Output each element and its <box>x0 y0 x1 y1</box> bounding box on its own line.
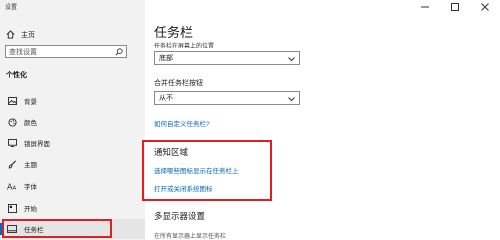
combine-value: 从不 <box>159 95 173 102</box>
start-icon <box>6 202 18 214</box>
position-label: 任务栏在屏幕上的位置 <box>154 44 215 48</box>
sidebar-item-label: 主题 <box>24 162 37 169</box>
sidebar-item-background[interactable]: 背景 <box>0 91 145 111</box>
search-icon[interactable] <box>115 43 123 61</box>
maximize-button[interactable] <box>440 0 470 14</box>
multi-display-title: 多显示器设置 <box>154 211 206 221</box>
lock-screen-icon <box>6 137 18 149</box>
search-input[interactable]: 查找设置 <box>5 45 127 58</box>
chevron-down-icon <box>288 89 295 107</box>
sidebar-item-label: 锁屏界面 <box>24 141 50 148</box>
home-nav-item[interactable]: 主页 <box>6 26 35 44</box>
main-panel: 任务栏 任务栏在屏幕上的位置 底部 合并任务栏按钮 从不 如何自定义任务栏? 通… <box>145 0 500 240</box>
combine-dropdown[interactable]: 从不 <box>154 91 300 105</box>
multi-display-subtext: 在所有显示器上显示任务栏 <box>154 234 227 240</box>
brush-icon <box>6 158 18 170</box>
window-title: 设置 <box>5 5 18 11</box>
palette-icon <box>6 116 18 128</box>
svg-text:A: A <box>12 185 16 190</box>
sidebar-item-lock-screen[interactable]: 锁屏界面 <box>0 133 145 153</box>
position-value: 底部 <box>159 55 173 62</box>
search-placeholder: 查找设置 <box>9 48 37 56</box>
home-icon <box>6 26 15 44</box>
font-icon: AA <box>6 180 18 192</box>
sidebar-item-fonts[interactable]: AA 字体 <box>0 176 145 196</box>
position-dropdown[interactable]: 底部 <box>154 51 300 65</box>
image-icon <box>6 95 18 107</box>
sidebar-item-label: 开始 <box>24 206 37 213</box>
sidebar-item-label: 字体 <box>24 184 37 191</box>
close-button[interactable] <box>470 0 500 14</box>
highlight-box-notification-area <box>142 140 272 201</box>
sidebar: 设置 主页 查找设置 个性化 背景 颜色 锁屏界面 主题 A A 字体 开始 任… <box>0 0 145 240</box>
combine-label: 合并任务栏按钮 <box>154 80 203 87</box>
chevron-down-icon <box>288 49 295 67</box>
page-title: 任务栏 <box>154 25 194 40</box>
customize-taskbar-link[interactable]: 如何自定义任务栏? <box>154 118 210 128</box>
highlight-box-taskbar <box>2 219 112 238</box>
sidebar-item-colors[interactable]: 颜色 <box>0 112 145 132</box>
home-label: 主页 <box>21 32 35 39</box>
minimize-button[interactable] <box>410 0 440 14</box>
settings-window: 设置 主页 查找设置 个性化 背景 颜色 锁屏界面 主题 A A 字体 开始 任… <box>0 0 500 240</box>
sidebar-item-start[interactable]: 开始 <box>0 198 145 218</box>
window-controls <box>410 0 500 14</box>
sidebar-item-label: 背景 <box>24 99 37 106</box>
section-title: 个性化 <box>6 72 27 79</box>
sidebar-item-label: 颜色 <box>24 120 37 127</box>
sidebar-item-themes[interactable]: 主题 <box>0 154 145 174</box>
